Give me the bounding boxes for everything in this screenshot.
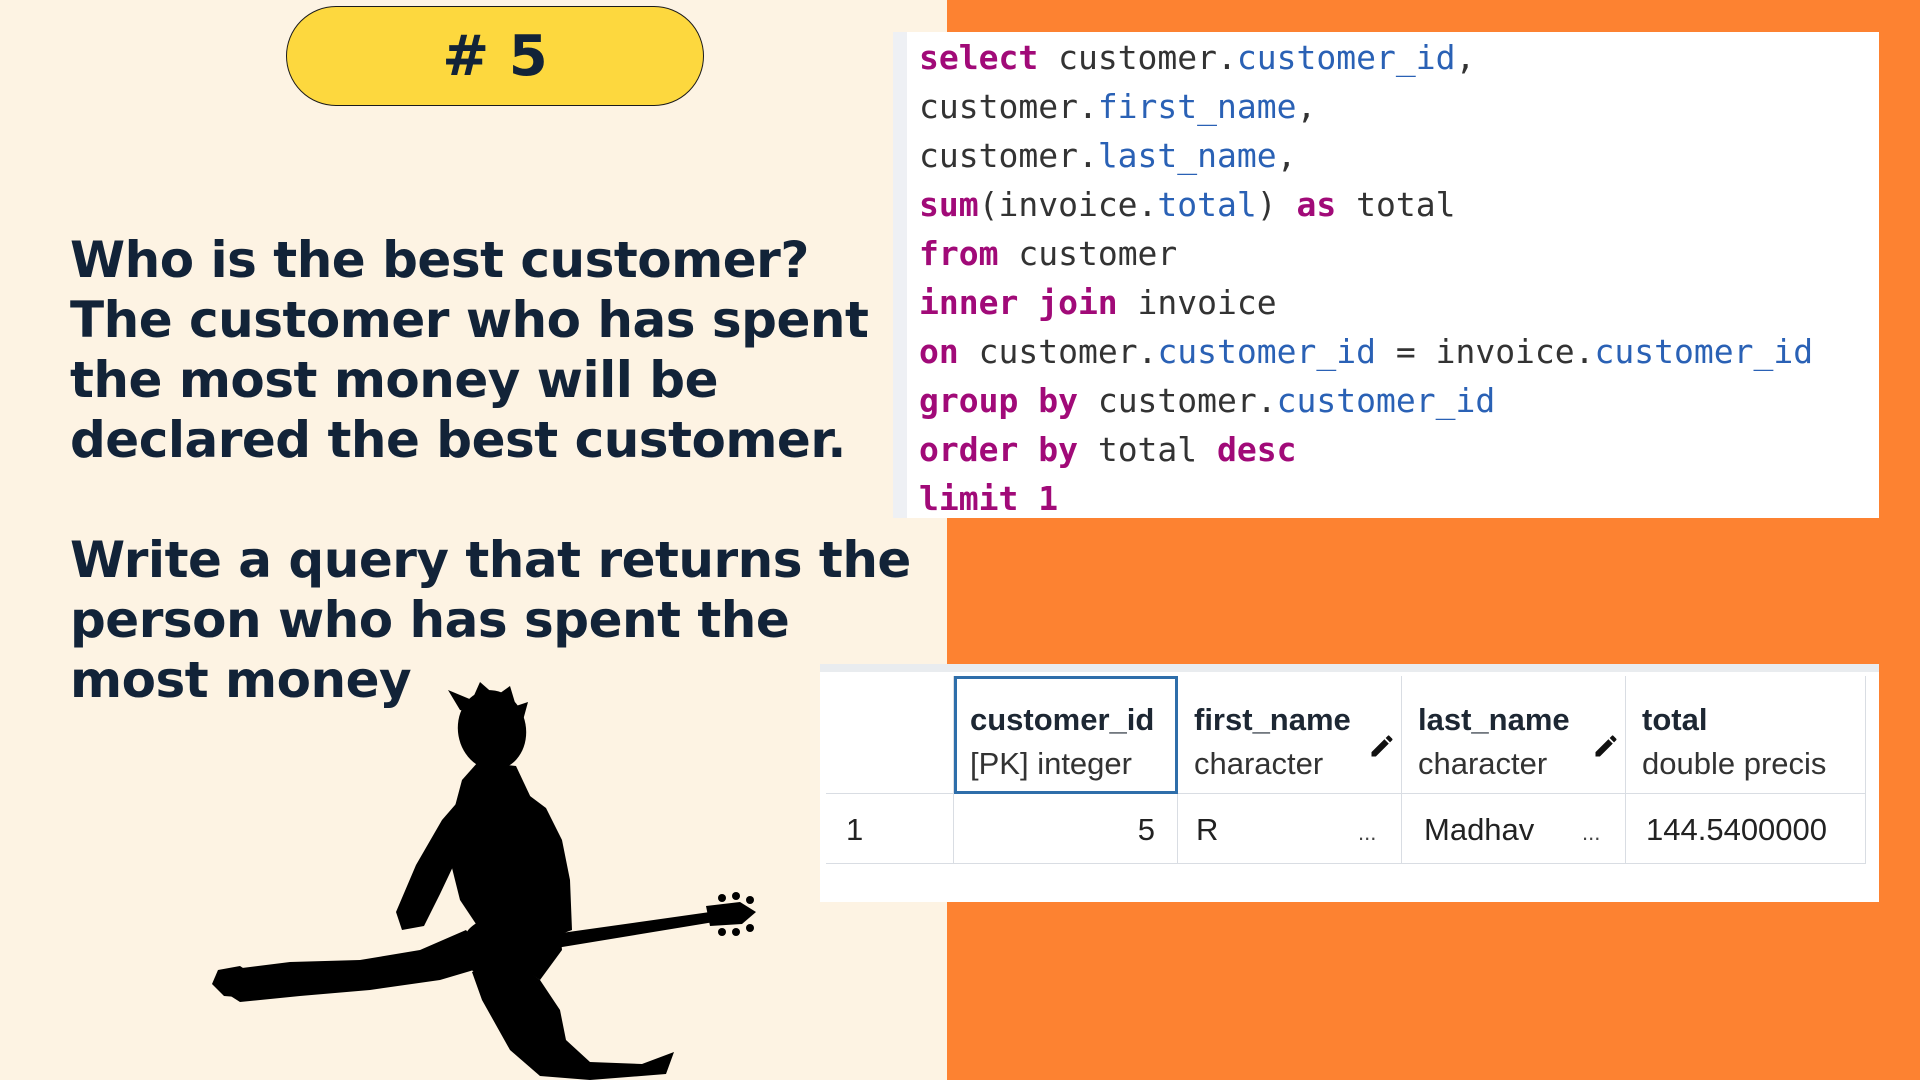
cell-value: R <box>1196 812 1219 847</box>
sql-column: total <box>1157 185 1257 224</box>
code-gutter <box>893 32 907 518</box>
sql-code-line: customer.first_name, <box>919 87 1316 127</box>
cell-customer-id[interactable]: 5 <box>954 794 1178 864</box>
column-name: total <box>1642 702 1708 737</box>
sql-text: total <box>1077 430 1218 469</box>
sql-keyword: on <box>919 332 959 371</box>
row-number-cell[interactable]: 1 <box>826 794 954 864</box>
sql-query-panel: select customer.customer_id, customer.fir… <box>893 32 1879 518</box>
sql-text: (invoice. <box>978 185 1158 224</box>
sql-column: customer_id <box>1157 332 1376 371</box>
sql-text: customer. <box>958 332 1158 371</box>
question-line: the most money will be <box>70 351 719 409</box>
sql-text: = invoice. <box>1375 332 1595 371</box>
sql-text: customer. <box>919 136 1098 175</box>
sql-code-line: sum(invoice.total) as total <box>919 185 1455 225</box>
sql-text: customer. <box>919 87 1098 126</box>
cell-value: 144.5400000 <box>1646 812 1828 847</box>
sql-keyword: from <box>919 234 999 273</box>
column-header-first-name[interactable]: first_name character <box>1178 676 1402 794</box>
guitarist-silhouette-image <box>212 682 756 1080</box>
row-number: 1 <box>846 812 864 847</box>
sql-keyword: inner join <box>919 283 1118 322</box>
question-line: The customer who has spent <box>70 291 869 349</box>
cell-value: 5 <box>1137 812 1155 847</box>
query-result-grid: customer_id [PK] integer first_name char… <box>820 664 1879 902</box>
question-line: declared the best customer. <box>70 411 846 469</box>
sql-code-line: inner join invoice <box>919 283 1277 323</box>
sql-keyword: group by <box>919 381 1078 420</box>
sql-code-line: select customer.customer_id, <box>919 38 1475 78</box>
sql-column: customer_id <box>1236 38 1456 77</box>
sql-column: customer_id <box>1594 332 1814 371</box>
column-header-total[interactable]: total double precis <box>1626 676 1866 794</box>
sql-code-line: order by total desc <box>919 430 1297 470</box>
sql-code-line: group by customer.customer_id <box>919 381 1495 421</box>
sql-text: , <box>1296 87 1317 126</box>
sql-code-line: from customer <box>919 234 1177 274</box>
column-type: double precis <box>1642 746 1827 781</box>
sql-keyword: sum <box>919 185 979 224</box>
sql-text: , <box>1276 136 1297 175</box>
sql-code-line: on customer.customer_id = invoice.custom… <box>919 332 1813 372</box>
pencil-icon[interactable] <box>1592 732 1620 760</box>
column-header-customer-id[interactable]: customer_id [PK] integer <box>954 676 1178 794</box>
row-number-header <box>826 676 954 794</box>
column-name: last_name <box>1418 702 1570 737</box>
question-text: Who is the best customer? The customer w… <box>70 230 950 470</box>
sql-code-line: limit 1 <box>919 479 1058 519</box>
pencil-icon[interactable] <box>1368 732 1396 760</box>
grid-toolbar-strip <box>820 664 1879 672</box>
cell-ellipsis[interactable]: ... <box>1582 820 1600 846</box>
column-header-last-name[interactable]: last_name character <box>1402 676 1626 794</box>
column-name: first_name <box>1194 702 1351 737</box>
sql-keyword: desc <box>1217 430 1297 469</box>
cell-value: Madhav <box>1424 812 1535 847</box>
sql-column: customer_id <box>1276 381 1496 420</box>
sql-text: customer. <box>1038 38 1237 77</box>
sql-text: total <box>1336 185 1456 224</box>
sql-text: invoice <box>1117 283 1277 322</box>
sql-keyword: as <box>1296 185 1337 224</box>
sql-column: first_name <box>1097 87 1297 126</box>
task-line: Write a query that returns the <box>70 531 911 589</box>
sql-text: customer. <box>1077 381 1277 420</box>
sql-keyword: limit <box>919 479 1019 518</box>
badge-label: # 5 <box>442 23 548 89</box>
cell-ellipsis[interactable]: ... <box>1358 820 1376 846</box>
sql-text: customer <box>998 234 1178 273</box>
sql-text: , <box>1455 38 1476 77</box>
column-name: customer_id <box>970 702 1155 737</box>
sql-keyword: 1 <box>1018 479 1059 518</box>
column-type: character <box>1418 746 1548 781</box>
question-line: Who is the best customer? <box>70 231 809 289</box>
sql-keyword: select <box>919 38 1039 77</box>
question-number-badge: # 5 <box>286 6 704 106</box>
task-line: person who has spent the <box>70 591 790 649</box>
sql-keyword: order by <box>919 430 1078 469</box>
column-type: character <box>1194 746 1324 781</box>
column-type: [PK] integer <box>970 746 1132 781</box>
sql-column: last_name <box>1097 136 1277 175</box>
cell-first-name[interactable]: R ... <box>1178 794 1402 864</box>
cell-total[interactable]: 144.5400000 <box>1626 794 1866 864</box>
sql-text: ) <box>1256 185 1297 224</box>
cell-last-name[interactable]: Madhav ... <box>1402 794 1626 864</box>
sql-code-line: customer.last_name, <box>919 136 1297 176</box>
